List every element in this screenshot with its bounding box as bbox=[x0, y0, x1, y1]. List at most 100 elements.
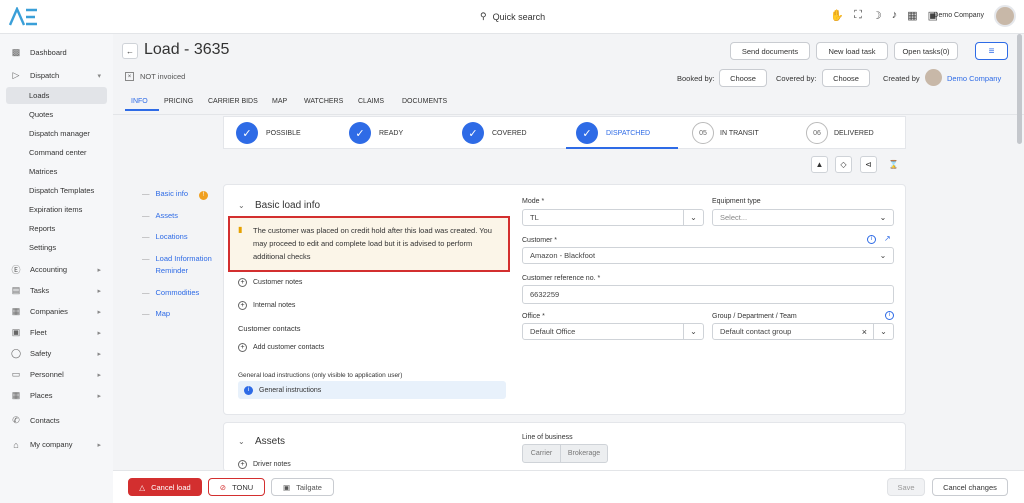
sidebar-item-expiration-items[interactable]: Expiration items bbox=[6, 201, 107, 218]
nav-locations[interactable]: — Locations bbox=[142, 232, 188, 241]
top-bar: ⚲ Quick search ✋ ⛶ ☽ ♪ ▦ ▣ Demo Company bbox=[0, 0, 1024, 34]
add-customer-notes[interactable]: + Customer notes bbox=[238, 278, 302, 287]
tailgate-button[interactable]: ▣ Tailgate bbox=[271, 478, 334, 496]
section-title: Basic load info bbox=[255, 200, 321, 211]
app-logo[interactable] bbox=[8, 6, 40, 27]
step-dispatched[interactable]: ✓ DISPATCHED bbox=[576, 121, 650, 145]
tab-watchers[interactable]: WATCHERS bbox=[304, 98, 343, 105]
tab-documents[interactable]: DOCUMENTS bbox=[402, 98, 447, 105]
sidebar-item-companies[interactable]: ▦ Companies ▸ bbox=[6, 303, 107, 320]
bottom-action-bar: △ Cancel load ⊘ TONU ▣ Tailgate Save Cancel… bbox=[113, 470, 1024, 503]
tab-map[interactable]: MAP bbox=[272, 98, 287, 105]
line-of-business-toggle: Carrier Brokerage bbox=[522, 444, 608, 463]
fire-icon[interactable]: ▲ bbox=[811, 156, 828, 173]
cancel-load-button[interactable]: △ Cancel load bbox=[128, 478, 202, 496]
sidebar-item-tasks[interactable]: ▤ Tasks ▸ bbox=[6, 282, 107, 299]
tab-info[interactable]: INFO bbox=[131, 98, 148, 105]
nav-basic-info[interactable]: — Basic info! bbox=[142, 189, 209, 200]
step-possible[interactable]: ✓ POSSIBLE bbox=[236, 121, 301, 145]
user-avatar[interactable] bbox=[994, 5, 1016, 27]
sidebar-item-loads[interactable]: Loads bbox=[6, 87, 107, 104]
sidebar-item-dashboard[interactable]: ▩ Dashboard bbox=[6, 44, 107, 61]
status-stepper: ✓ POSSIBLE ✓ READY ✓ COVERED ✓ DISPATCHED 05… bbox=[223, 116, 906, 149]
step-covered[interactable]: ✓ COVERED bbox=[462, 121, 527, 145]
chevron-right-icon: ▸ bbox=[97, 350, 101, 358]
step-ready[interactable]: ✓ READY bbox=[349, 121, 403, 145]
tag-icon[interactable]: ◇ bbox=[835, 156, 852, 173]
sidebar-item-safety[interactable]: ◯ Safety ▸ bbox=[6, 345, 107, 362]
add-internal-notes[interactable]: + Internal notes bbox=[238, 301, 295, 310]
hand-icon[interactable]: ✋ bbox=[830, 9, 844, 22]
info-icon[interactable]: i bbox=[885, 311, 894, 320]
bell-icon[interactable]: ♪ bbox=[892, 9, 898, 22]
tabs-divider bbox=[113, 114, 1024, 115]
chevron-right-icon: ▸ bbox=[97, 392, 101, 400]
general-instructions[interactable]: i General instructions bbox=[238, 381, 506, 399]
sidebar-item-fleet[interactable]: ▣ Fleet ▸ bbox=[6, 324, 107, 341]
nav-load-information-reminder[interactable]: — Load Information Reminder bbox=[142, 253, 222, 277]
step-delivered[interactable]: 06 DELIVERED bbox=[806, 121, 874, 145]
save-button[interactable]: Save bbox=[887, 478, 925, 496]
truck-icon: ▣ bbox=[11, 327, 21, 337]
sidebar-item-settings[interactable]: Settings bbox=[6, 239, 107, 256]
sidebar-item-matrices[interactable]: Matrices bbox=[6, 163, 107, 180]
tonu-button[interactable]: ⊘ TONU bbox=[208, 478, 265, 496]
add-driver-notes[interactable]: + Driver notes bbox=[238, 460, 291, 469]
nav-commodities[interactable]: — Commodities bbox=[142, 288, 199, 297]
tab-carrier-bids[interactable]: CARRIER BIDS bbox=[208, 98, 258, 105]
lob-carrier[interactable]: Carrier bbox=[523, 445, 561, 462]
credit-hold-alert: ▮ The customer was placed on credit hold… bbox=[228, 216, 510, 272]
hourglass-icon[interactable]: ⌛ bbox=[885, 156, 902, 173]
group-select[interactable]: Default contact group × ⌄ bbox=[712, 323, 894, 340]
check-icon: ✓ bbox=[576, 122, 598, 144]
customer-reference-input[interactable]: 6632259 bbox=[522, 285, 894, 304]
sidebar-item-dispatch[interactable]: ▷ Dispatch ▾ bbox=[6, 67, 107, 84]
nav-map[interactable]: — Map bbox=[142, 309, 170, 318]
chevron-down-icon[interactable]: ⌄ bbox=[238, 201, 245, 210]
booked-by-select[interactable]: Choose bbox=[719, 69, 767, 87]
sidebar-item-accounting[interactable]: Ⓔ Accounting ▸ bbox=[6, 261, 107, 278]
chevron-down-icon[interactable]: ⌄ bbox=[238, 437, 245, 446]
step-in-transit[interactable]: 05 IN TRANSIT bbox=[692, 121, 759, 145]
send-documents-button[interactable]: Send documents bbox=[730, 42, 810, 60]
scrollbar[interactable] bbox=[1017, 34, 1022, 144]
tab-pricing[interactable]: PRICING bbox=[164, 98, 193, 105]
nav-assets[interactable]: — Assets bbox=[142, 211, 178, 220]
tab-claims[interactable]: CLAIMS bbox=[358, 98, 384, 105]
sidebar-item-quotes[interactable]: Quotes bbox=[6, 106, 107, 123]
mode-select[interactable]: TL ⌄ bbox=[522, 209, 704, 226]
sidebar-item-places[interactable]: ▦ Places ▸ bbox=[6, 387, 107, 404]
company-name[interactable]: Demo Company bbox=[933, 12, 984, 19]
sidebar-item-contacts[interactable]: ✆ Contacts bbox=[6, 412, 107, 429]
menu-button[interactable]: ≡ bbox=[975, 42, 1008, 60]
office-select[interactable]: Default Office ⌄ bbox=[522, 323, 704, 340]
add-customer-contacts[interactable]: + Add customer contacts bbox=[238, 343, 324, 352]
covered-by-select[interactable]: Choose bbox=[822, 69, 870, 87]
sidebar-item-dispatch-manager[interactable]: Dispatch manager bbox=[6, 125, 107, 142]
lob-brokerage[interactable]: Brokerage bbox=[561, 445, 607, 462]
customer-select[interactable]: Amazon - Blackfoot ⌄ bbox=[522, 247, 894, 264]
external-link-icon[interactable]: ↗ bbox=[884, 234, 891, 243]
chevron-down-icon: ⌄ bbox=[683, 210, 703, 225]
open-tasks-button[interactable]: Open tasks(0) bbox=[894, 42, 958, 60]
chevron-right-icon: ▸ bbox=[97, 287, 101, 295]
apps-grid-icon[interactable]: ▦ bbox=[907, 9, 917, 22]
sidebar-item-personnel[interactable]: ▭ Personnel ▸ bbox=[6, 366, 107, 383]
created-by-link[interactable]: Demo Company bbox=[947, 74, 1001, 83]
chevron-right-icon: ▸ bbox=[97, 441, 101, 449]
moon-icon[interactable]: ☽ bbox=[872, 9, 882, 22]
equipment-type-select[interactable]: Select... ⌄ bbox=[712, 209, 894, 226]
back-button[interactable]: ← bbox=[122, 43, 138, 59]
sidebar-item-reports[interactable]: Reports bbox=[6, 220, 107, 237]
cancel-changes-button[interactable]: Cancel changes bbox=[932, 478, 1008, 496]
quick-search[interactable]: ⚲ Quick search bbox=[480, 11, 545, 22]
clear-icon[interactable]: × bbox=[862, 327, 867, 337]
info-icon[interactable]: i bbox=[867, 235, 876, 244]
sidebar-item-my-company[interactable]: ⌂ My company ▸ bbox=[6, 436, 107, 453]
mode-label: Mode * bbox=[522, 198, 545, 205]
share-icon[interactable]: ⊲ bbox=[860, 156, 877, 173]
fullscreen-icon[interactable]: ⛶ bbox=[854, 9, 862, 22]
new-load-task-button[interactable]: New load task bbox=[816, 42, 888, 60]
sidebar-item-dispatch-templates[interactable]: Dispatch Templates bbox=[6, 182, 107, 199]
sidebar-item-command-center[interactable]: Command center bbox=[6, 144, 107, 161]
